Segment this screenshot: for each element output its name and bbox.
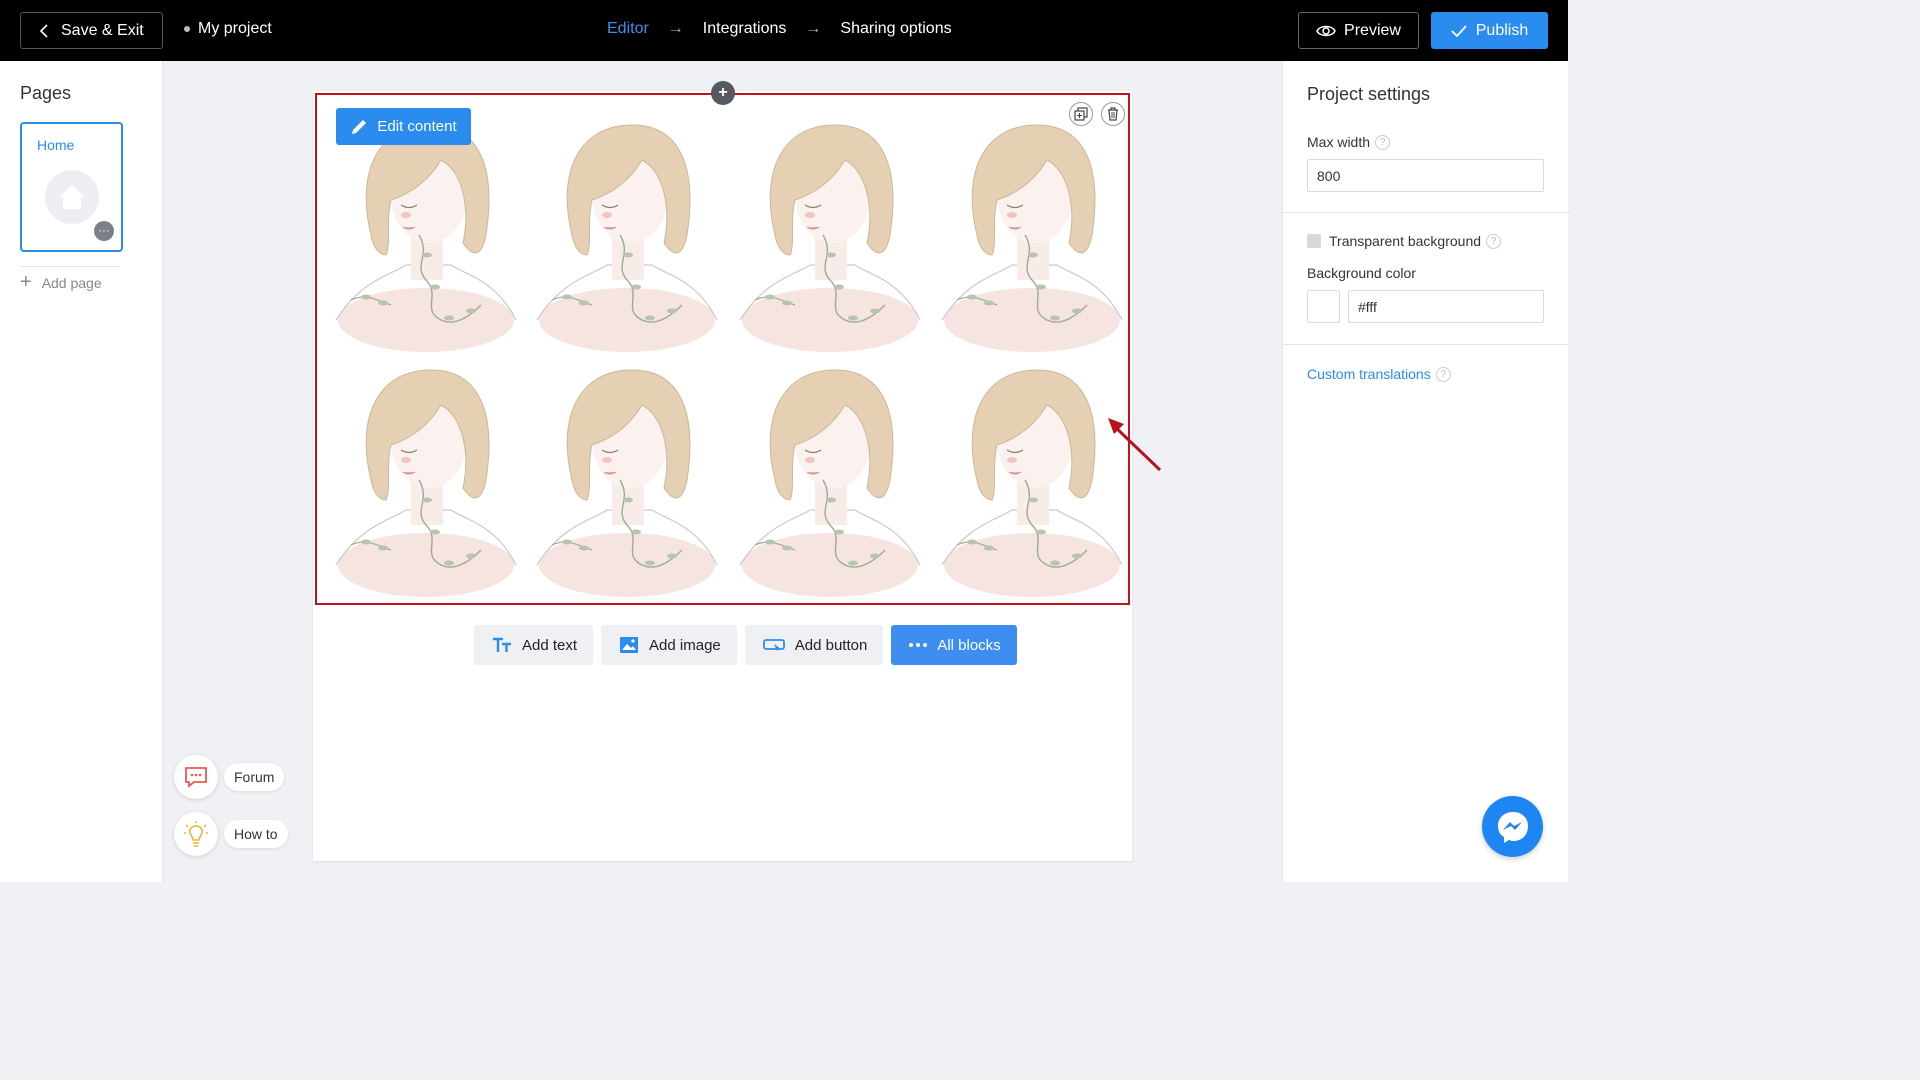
forum-icon xyxy=(174,755,218,799)
background-color-label: Background color xyxy=(1307,265,1416,281)
howto-label: How to xyxy=(224,820,288,848)
help-icon[interactable]: ? xyxy=(1435,366,1451,382)
pages-panel: Pages Home ··· + Add page xyxy=(0,61,163,882)
messenger-chat-button[interactable] xyxy=(1482,796,1543,857)
button-icon xyxy=(762,639,785,651)
transparent-background-checkbox[interactable] xyxy=(1307,234,1321,248)
help-icon[interactable]: ? xyxy=(1486,233,1502,249)
custom-translations-link[interactable]: Custom translations ? xyxy=(1307,366,1451,382)
step-arrow-icon: → xyxy=(667,20,684,37)
background-color-swatch[interactable] xyxy=(1307,290,1340,323)
add-text-button[interactable]: Add text xyxy=(474,625,594,665)
unsaved-dot-icon xyxy=(184,26,190,32)
add-button-label: Add button xyxy=(794,636,868,654)
save-exit-button[interactable]: Save & Exit xyxy=(20,12,163,49)
duplicate-block-button[interactable] xyxy=(1069,102,1093,126)
page-card-home[interactable]: Home ··· xyxy=(20,122,123,252)
chevron-left-icon xyxy=(39,23,48,38)
add-image-button[interactable]: Add image xyxy=(601,625,737,665)
portrait-image xyxy=(335,124,1123,597)
howto-link[interactable]: How to xyxy=(174,812,288,856)
lightbulb-icon xyxy=(174,812,218,856)
project-name[interactable]: My project xyxy=(184,20,272,38)
all-blocks-button[interactable]: All blocks xyxy=(891,625,1017,665)
transparent-background-label-text: Transparent background xyxy=(1329,233,1482,249)
add-page-label: Add page xyxy=(41,274,102,291)
add-text-label: Add text xyxy=(522,636,578,654)
step-editor[interactable]: Editor xyxy=(607,20,649,38)
step-navigation: Editor → Integrations → Sharing options xyxy=(607,20,952,38)
insert-block-handle[interactable]: + xyxy=(711,81,735,105)
portrait-tile xyxy=(335,369,517,597)
max-width-input[interactable]: 800 xyxy=(1307,159,1544,192)
text-icon xyxy=(493,637,511,652)
forum-link[interactable]: Forum xyxy=(174,755,285,799)
preview-label: Preview xyxy=(1344,21,1401,39)
max-width-label: Max width ? xyxy=(1307,134,1391,150)
image-block[interactable] xyxy=(315,93,1130,605)
portrait-tile xyxy=(536,369,718,597)
pencil-icon xyxy=(352,119,367,134)
max-width-label-text: Max width xyxy=(1307,134,1371,150)
page-more-button[interactable]: ··· xyxy=(94,221,114,241)
image-icon xyxy=(620,637,639,653)
dots-icon xyxy=(909,643,928,647)
divider xyxy=(20,266,120,267)
help-icon[interactable]: ? xyxy=(1375,134,1391,150)
portrait-tile xyxy=(335,124,517,352)
divider xyxy=(1283,344,1569,345)
home-icon xyxy=(45,170,99,224)
add-button-button[interactable]: Add button xyxy=(744,625,884,665)
messenger-icon xyxy=(1497,811,1528,843)
add-page-button[interactable]: + Add page xyxy=(20,271,102,294)
forum-label: Forum xyxy=(224,763,285,791)
edit-content-label: Edit content xyxy=(377,118,457,135)
pages-title: Pages xyxy=(20,83,72,103)
save-exit-label: Save & Exit xyxy=(61,21,144,39)
divider xyxy=(1283,212,1569,213)
delete-block-button[interactable] xyxy=(1101,102,1125,126)
preview-button[interactable]: Preview xyxy=(1298,12,1419,49)
portrait-tile xyxy=(536,124,718,352)
portrait-tile xyxy=(739,124,921,352)
plus-icon: + xyxy=(20,271,32,293)
settings-title: Project settings xyxy=(1307,84,1431,104)
edit-content-button[interactable]: Edit content xyxy=(336,108,471,145)
eye-icon xyxy=(1316,25,1336,36)
add-image-label: Add image xyxy=(649,636,721,654)
portrait-tile xyxy=(941,369,1123,597)
settings-panel: Project settings Max width ? 800 Transpa… xyxy=(1282,61,1569,882)
annotation-arrow-icon xyxy=(1108,418,1162,472)
publish-button[interactable]: Publish xyxy=(1431,12,1548,49)
top-bar: Save & Exit My project Editor → Integrat… xyxy=(0,0,1568,61)
step-sharing-options[interactable]: Sharing options xyxy=(840,20,951,38)
all-blocks-label: All blocks xyxy=(937,636,1001,654)
step-integrations[interactable]: Integrations xyxy=(703,20,787,38)
transparent-background-label: Transparent background ? xyxy=(1329,233,1502,249)
add-block-toolbar: Add text Add image Add button All blocks xyxy=(474,625,1017,665)
check-icon xyxy=(1451,24,1467,37)
page-card-label: Home xyxy=(37,137,75,153)
portrait-tile xyxy=(739,369,921,597)
background-color-input[interactable]: #fff xyxy=(1348,290,1544,323)
duplicate-icon xyxy=(1074,107,1088,121)
project-name-label: My project xyxy=(198,20,272,37)
step-arrow-icon: → xyxy=(805,20,822,37)
trash-icon xyxy=(1108,107,1118,121)
custom-translations-label: Custom translations xyxy=(1307,366,1431,382)
portrait-tile xyxy=(941,124,1123,352)
publish-label: Publish xyxy=(1475,21,1529,39)
